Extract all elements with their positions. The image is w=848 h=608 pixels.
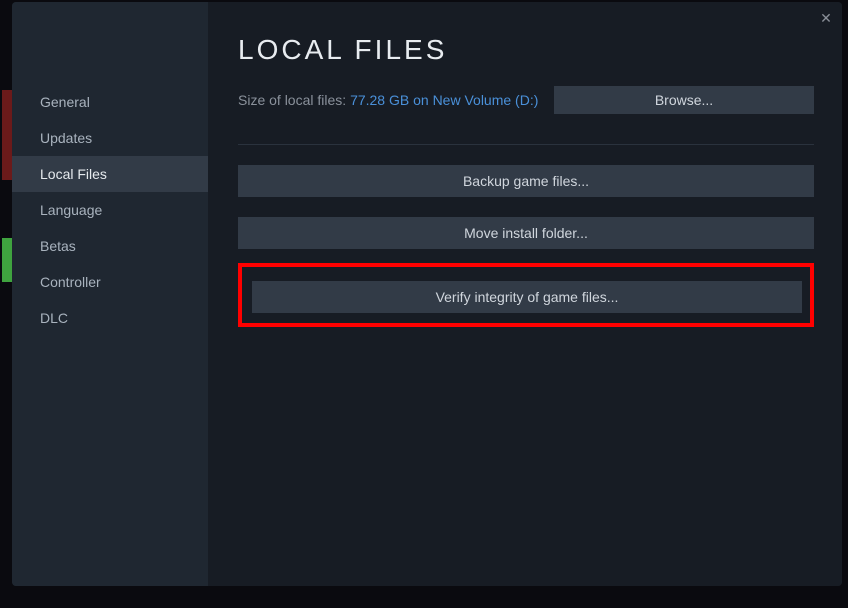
sidebar-item-dlc[interactable]: DLC bbox=[12, 300, 208, 336]
close-icon[interactable]: ✕ bbox=[818, 10, 834, 26]
content-panel: LOCAL FILES Size of local files: 77.28 G… bbox=[208, 2, 842, 586]
sidebar-item-controller[interactable]: Controller bbox=[12, 264, 208, 300]
sidebar-item-label: Betas bbox=[40, 238, 76, 254]
size-label: Size of local files: bbox=[238, 92, 350, 108]
page-title: LOCAL FILES bbox=[238, 34, 814, 66]
browse-button[interactable]: Browse... bbox=[554, 86, 814, 114]
move-install-folder-button[interactable]: Move install folder... bbox=[238, 217, 814, 249]
sidebar-item-label: Local Files bbox=[40, 166, 107, 182]
backup-game-files-button[interactable]: Backup game files... bbox=[238, 165, 814, 197]
sidebar-item-label: Language bbox=[40, 202, 102, 218]
sidebar-item-local-files[interactable]: Local Files bbox=[12, 156, 208, 192]
size-link[interactable]: 77.28 GB on New Volume (D:) bbox=[350, 92, 538, 108]
verify-integrity-button[interactable]: Verify integrity of game files... bbox=[252, 281, 802, 313]
background-accent bbox=[2, 238, 12, 282]
size-row: Size of local files: 77.28 GB on New Vol… bbox=[238, 86, 814, 114]
sidebar-item-betas[interactable]: Betas bbox=[12, 228, 208, 264]
sidebar: General Updates Local Files Language Bet… bbox=[12, 2, 208, 586]
sidebar-item-label: General bbox=[40, 94, 90, 110]
background-accent bbox=[2, 90, 12, 180]
divider bbox=[238, 144, 814, 145]
sidebar-item-label: Updates bbox=[40, 130, 92, 146]
highlight-annotation: Verify integrity of game files... bbox=[238, 263, 814, 327]
properties-modal: ✕ General Updates Local Files Language B… bbox=[12, 2, 842, 586]
sidebar-item-label: DLC bbox=[40, 310, 68, 326]
sidebar-item-updates[interactable]: Updates bbox=[12, 120, 208, 156]
sidebar-item-general[interactable]: General bbox=[12, 84, 208, 120]
size-text: Size of local files: 77.28 GB on New Vol… bbox=[238, 92, 538, 108]
sidebar-item-language[interactable]: Language bbox=[12, 192, 208, 228]
sidebar-item-label: Controller bbox=[40, 274, 101, 290]
